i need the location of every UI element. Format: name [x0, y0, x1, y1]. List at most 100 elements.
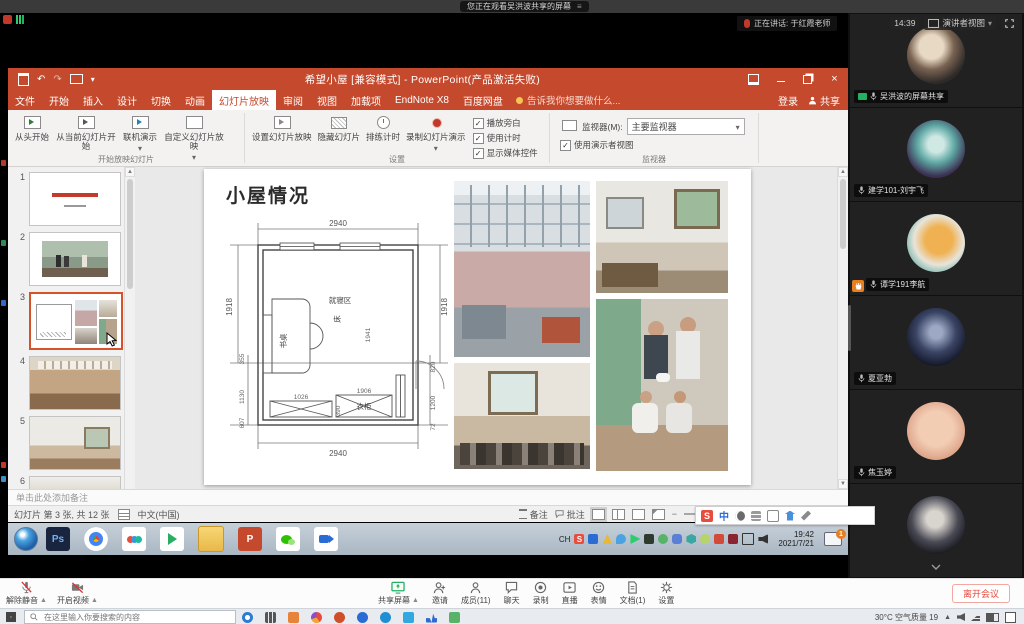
- start-button[interactable]: [6, 612, 16, 622]
- chat-button[interactable]: 聊天: [504, 581, 520, 606]
- voov-app-icon[interactable]: [122, 527, 146, 551]
- sogou-tray-icon[interactable]: S: [574, 534, 584, 544]
- comments-toggle-button[interactable]: 批注: [555, 508, 585, 521]
- cortana-icon[interactable]: [242, 612, 253, 623]
- photo-room-corner[interactable]: [596, 181, 728, 293]
- monitor-select[interactable]: 主要监视器: [627, 118, 745, 135]
- restore-button[interactable]: [794, 68, 821, 90]
- taskbar-app-icon[interactable]: [426, 612, 437, 623]
- slide-thumbnail-1[interactable]: [29, 172, 121, 226]
- participant-tile[interactable]: 建学101-刘宇飞: [850, 108, 1022, 201]
- photo-sunroom[interactable]: [454, 181, 590, 357]
- record-slideshow-button[interactable]: 录制幻灯片演示: [403, 113, 469, 155]
- slide-thumbnail-3-selected[interactable]: [29, 292, 123, 350]
- scroll-up-icon[interactable]: ▲: [838, 167, 848, 177]
- notification-icon[interactable]: 1: [824, 532, 842, 546]
- reading-view-button[interactable]: [632, 509, 645, 520]
- volume-icon[interactable]: [758, 534, 768, 544]
- scrollbar-thumb[interactable]: [840, 179, 846, 249]
- ribbon-display-options-button[interactable]: [740, 68, 767, 90]
- sign-in-button[interactable]: 登录: [778, 93, 798, 108]
- sogou-logo-icon[interactable]: S: [701, 510, 713, 522]
- present-online-button[interactable]: 联机演示: [120, 113, 160, 155]
- slide-canvas[interactable]: 小屋情况: [204, 169, 751, 485]
- tray-icon-red[interactable]: [728, 534, 738, 544]
- leave-meeting-button[interactable]: 离开会议: [952, 584, 1010, 603]
- hide-slide-button[interactable]: 隐藏幻灯片: [315, 113, 364, 144]
- participant-tile[interactable]: 谭学191李航: [850, 202, 1022, 295]
- taskbar-app-icon[interactable]: [403, 612, 414, 623]
- from-current-slide-button[interactable]: 从当前幻灯片开始: [52, 113, 120, 153]
- thumbnail-scrollbar[interactable]: ▲: [124, 167, 135, 489]
- battery-icon[interactable]: [986, 613, 999, 622]
- taskbar-app-icon[interactable]: [357, 612, 368, 623]
- slide-sorter-view-button[interactable]: [612, 509, 625, 520]
- tab-view[interactable]: 视图: [310, 90, 344, 110]
- presenter-view-checkbox[interactable]: 使用演示者视图: [560, 139, 745, 151]
- volume-icon[interactable]: [957, 613, 965, 621]
- chinese-mode-icon[interactable]: 中: [719, 508, 729, 523]
- share-screen-button[interactable]: 共享屏幕▲: [378, 581, 419, 606]
- save-icon[interactable]: [18, 73, 29, 86]
- clipboard-icon[interactable]: [767, 510, 779, 522]
- fullscreen-button[interactable]: [1001, 18, 1018, 29]
- network-icon[interactable]: [971, 613, 980, 621]
- close-button[interactable]: ×: [821, 68, 848, 90]
- tab-addins[interactable]: 加载项: [344, 90, 388, 110]
- weather-indicator[interactable]: 30°C 空气质量 19: [875, 612, 938, 623]
- tray-icon-meeting[interactable]: [588, 534, 598, 544]
- keyboard-icon[interactable]: [751, 511, 761, 521]
- tray-icon-vpn[interactable]: [602, 534, 612, 544]
- slide-thumbnail-5[interactable]: [29, 416, 121, 470]
- unmute-button[interactable]: 解除静音▲: [6, 581, 47, 606]
- notes-toggle-button[interactable]: 备注: [519, 508, 548, 521]
- toolbox-icon[interactable]: [801, 511, 811, 521]
- tray-expand-icon[interactable]: ▲: [944, 614, 951, 621]
- rehearse-timings-button[interactable]: 排练计时: [363, 113, 403, 144]
- tell-me-box[interactable]: 告诉我你想要做什么...: [510, 90, 626, 110]
- collapse-panel-icon[interactable]: [931, 564, 941, 570]
- qat-dropdown-icon[interactable]: [91, 74, 95, 85]
- setup-slideshow-button[interactable]: 设置幻灯片放映: [249, 113, 315, 144]
- scrollbar-thumb[interactable]: [127, 179, 133, 289]
- taskbar-app-icon[interactable]: [334, 612, 345, 623]
- members-button[interactable]: 成员(11): [461, 581, 491, 606]
- slideshow-view-button[interactable]: [652, 509, 665, 520]
- taskbar-app-icon[interactable]: [380, 612, 391, 623]
- taskbar-app-icon[interactable]: [449, 612, 460, 623]
- play-narrations-checkbox[interactable]: 播放旁白: [473, 117, 538, 129]
- tencent-video-icon[interactable]: [160, 527, 184, 551]
- share-banner[interactable]: 您正在观看吴洪波共享的屏幕 ≡: [460, 1, 589, 12]
- taskbar-app-icon[interactable]: [311, 612, 322, 623]
- skin-icon[interactable]: [785, 511, 795, 521]
- tab-file[interactable]: 文件: [8, 90, 42, 110]
- tab-animations[interactable]: 动画: [178, 90, 212, 110]
- tab-review[interactable]: 审阅: [276, 90, 310, 110]
- slide-scrollbar[interactable]: ▲ ▼: [837, 167, 848, 489]
- tray-icon-screen[interactable]: [644, 534, 654, 544]
- start-button[interactable]: [14, 527, 38, 551]
- tray-icon-shield[interactable]: [686, 534, 696, 544]
- language-indicator[interactable]: 中文(中国): [138, 508, 180, 521]
- zoom-out-button[interactable]: −: [672, 509, 677, 519]
- tab-insert[interactable]: 插入: [76, 90, 110, 110]
- ppt-title-bar[interactable]: ↶ ↷ 希望小屋 [兼容模式] - PowerPoint(产品激活失败) ×: [8, 68, 848, 90]
- tray-icon-drop[interactable]: [616, 534, 626, 544]
- tray-icon-x[interactable]: [714, 534, 724, 544]
- tab-endnote[interactable]: EndNote X8: [388, 90, 456, 110]
- taskbar-search[interactable]: [24, 610, 236, 624]
- slide-title[interactable]: 小屋情况: [226, 181, 310, 208]
- slide-thumbnail-6[interactable]: [29, 476, 121, 489]
- ime-icon[interactable]: [1005, 612, 1016, 623]
- settings-button[interactable]: 设置: [658, 581, 674, 606]
- search-input[interactable]: [42, 612, 216, 623]
- spellcheck-icon[interactable]: [118, 509, 130, 520]
- wechat-icon[interactable]: [276, 527, 300, 551]
- taskbar-clock[interactable]: 19:42 2021/7/21: [778, 530, 814, 548]
- sogou-input-bar[interactable]: S 中: [695, 506, 875, 525]
- scroll-up-icon[interactable]: ▲: [125, 167, 135, 177]
- photo-group[interactable]: [596, 299, 728, 471]
- from-beginning-button[interactable]: 从头开始: [12, 113, 52, 144]
- tab-baidu[interactable]: 百度网盘: [456, 90, 510, 110]
- tab-design[interactable]: 设计: [110, 90, 144, 110]
